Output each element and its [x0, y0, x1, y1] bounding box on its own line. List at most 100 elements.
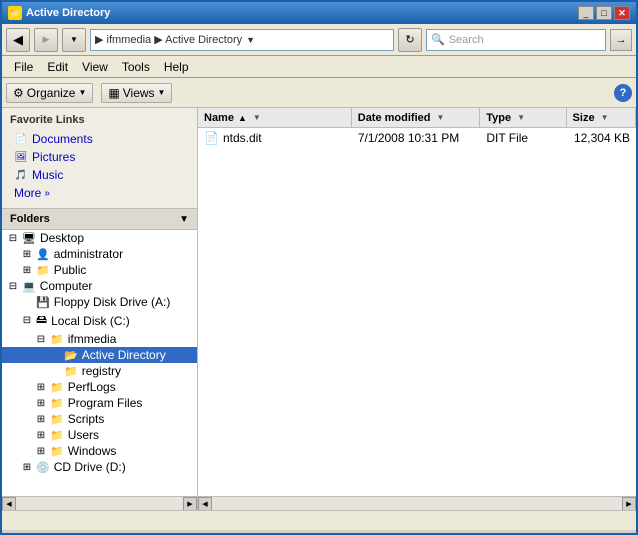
back-button[interactable]: ◀ [6, 28, 30, 52]
address-path: ▶ ifmmedia ▶ Active Directory [95, 33, 242, 46]
address-field[interactable]: ▶ ifmmedia ▶ Active Directory ▼ [90, 29, 394, 51]
title-bar: 📁 Active Directory _ □ ✕ [2, 2, 636, 24]
type-drop-arrow[interactable]: ▼ [517, 113, 525, 122]
tree-label-windows: Windows [68, 444, 117, 458]
tree-item-scripts[interactable]: 📁 Scripts [2, 411, 197, 427]
folders-header[interactable]: Folders ▼ [2, 209, 197, 230]
refresh-button[interactable]: ↻ [398, 28, 422, 52]
expander-floppy [20, 295, 34, 309]
hscroll-right-right-arrow[interactable]: ▶ [622, 497, 636, 511]
tree-item-windows[interactable]: 📁 Windows [2, 443, 197, 459]
organize-button[interactable]: ⚙ Organize ▼ [6, 83, 93, 103]
menu-bar: File Edit View Tools Help [2, 56, 636, 78]
search-field[interactable]: 🔍 Search [426, 29, 606, 51]
recent-button[interactable]: ▼ [62, 28, 86, 52]
close-button[interactable]: ✕ [614, 6, 630, 20]
tree-item-programfiles[interactable]: 📁 Program Files [2, 395, 197, 411]
expander-localdisk[interactable] [20, 314, 34, 328]
fav-documents[interactable]: 📄 Documents [10, 130, 189, 148]
expander-perflogs[interactable] [34, 380, 48, 394]
folders-tree[interactable]: 🖥 Desktop 👤 administrator 📁 Public [2, 230, 197, 496]
expander-activedirectory [48, 348, 62, 362]
tree-item-users[interactable]: 📁 Users [2, 427, 197, 443]
folders-section: Folders ▼ 🖥 Desktop 👤 administrator [2, 209, 197, 496]
expander-users[interactable] [34, 428, 48, 442]
tree-item-public[interactable]: 📁 Public [2, 262, 197, 278]
hscroll-left-track[interactable] [16, 497, 183, 510]
tree-item-desktop[interactable]: 🖥 Desktop [2, 230, 197, 246]
file-row-ntds[interactable]: 📄 ntds.dit 7/1/2008 10:31 PM DIT File 12… [198, 128, 636, 148]
hscroll-bar: ◀ ▶ ◀ ▶ [2, 496, 636, 510]
col-header-name[interactable]: Name ▲ ▼ [198, 108, 352, 127]
tree-label-activedirectory: Active Directory [82, 348, 166, 362]
expander-scripts[interactable] [34, 412, 48, 426]
address-bar: ◀ ▶ ▼ ▶ ifmmedia ▶ Active Directory ▼ ↻ … [2, 24, 636, 56]
expander-computer[interactable] [6, 279, 20, 293]
status-bar [2, 510, 636, 530]
music-icon: 🎵 [14, 168, 28, 182]
expander-administrator[interactable] [20, 247, 34, 261]
toolbar: ⚙ Organize ▼ ▦ Views ▼ ? [2, 78, 636, 108]
menu-help[interactable]: Help [158, 58, 195, 76]
col-header-date[interactable]: Date modified ▼ [352, 108, 480, 127]
views-icon: ▦ [108, 86, 119, 100]
tree-item-activedirectory[interactable]: 📂 Active Directory [2, 347, 197, 363]
desktop-icon: 🖥 [22, 232, 36, 245]
tree-item-floppy[interactable]: 💾 Floppy Disk Drive (A:) [2, 294, 197, 310]
registry-icon: 📁 [64, 365, 78, 378]
tree-label-public: Public [54, 263, 87, 277]
organize-label: Organize [27, 86, 76, 100]
address-dropdown-arrow[interactable]: ▼ [246, 35, 255, 45]
menu-tools[interactable]: Tools [116, 58, 156, 76]
tree-item-localdisk[interactable]: 🖴 Local Disk (C:) [2, 310, 197, 331]
folders-title: Folders [10, 213, 50, 225]
pictures-icon: 🖼 [14, 150, 28, 164]
documents-icon: 📄 [14, 132, 28, 146]
search-go-button[interactable]: → [610, 29, 632, 51]
tree-label-programfiles: Program Files [68, 396, 143, 410]
menu-file[interactable]: File [8, 58, 39, 76]
forward-button[interactable]: ▶ [34, 28, 58, 52]
right-panel: Name ▲ ▼ Date modified ▼ Type ▼ Size ▼ [198, 108, 636, 496]
hscroll-right-track[interactable] [212, 497, 622, 510]
expander-programfiles[interactable] [34, 396, 48, 410]
programfiles-icon: 📁 [50, 397, 64, 410]
expander-ifmmedia[interactable] [34, 332, 48, 346]
expander-desktop[interactable] [6, 231, 20, 245]
hscroll-left-arrow[interactable]: ◀ [2, 497, 16, 511]
menu-edit[interactable]: Edit [41, 58, 74, 76]
col-type-label: Type [486, 112, 511, 124]
tree-item-cddrive[interactable]: 💿 CD Drive (D:) [2, 459, 197, 475]
tree-item-computer[interactable]: 💻 Computer [2, 278, 197, 294]
expander-windows[interactable] [34, 444, 48, 458]
date-drop-arrow[interactable]: ▼ [436, 113, 444, 122]
col-size-label: Size [573, 112, 595, 124]
tree-item-registry[interactable]: 📁 registry [2, 363, 197, 379]
tree-item-administrator[interactable]: 👤 administrator [2, 246, 197, 262]
help-button[interactable]: ? [614, 84, 632, 102]
tree-label-cddrive: CD Drive (D:) [54, 460, 126, 474]
expander-public[interactable] [20, 263, 34, 277]
more-link[interactable]: More » [10, 184, 189, 202]
activedirectory-icon: 📂 [64, 349, 78, 362]
maximize-button[interactable]: □ [596, 6, 612, 20]
hscroll-right-arrow-left[interactable]: ▶ [183, 497, 197, 511]
tree-item-ifmmedia[interactable]: 📁 ifmmedia [2, 331, 197, 347]
expander-cddrive[interactable] [20, 460, 34, 474]
favorite-links-title: Favorite Links [10, 114, 189, 126]
fav-pictures[interactable]: 🖼 Pictures [10, 148, 189, 166]
tree-label-administrator: administrator [54, 247, 123, 261]
minimize-button[interactable]: _ [578, 6, 594, 20]
tree-label-registry: registry [82, 364, 121, 378]
col-header-type[interactable]: Type ▼ [480, 108, 566, 127]
expander-registry [48, 364, 62, 378]
tree-item-perflogs[interactable]: 📁 PerfLogs [2, 379, 197, 395]
fav-music[interactable]: 🎵 Music [10, 166, 189, 184]
col-header-size[interactable]: Size ▼ [567, 108, 636, 127]
views-button[interactable]: ▦ Views ▼ [101, 83, 172, 103]
tree-label-ifmmedia: ifmmedia [68, 332, 117, 346]
menu-view[interactable]: View [76, 58, 114, 76]
hscroll-right-left-arrow[interactable]: ◀ [198, 497, 212, 511]
size-drop-arrow[interactable]: ▼ [601, 113, 609, 122]
name-drop-arrow[interactable]: ▼ [253, 113, 261, 122]
